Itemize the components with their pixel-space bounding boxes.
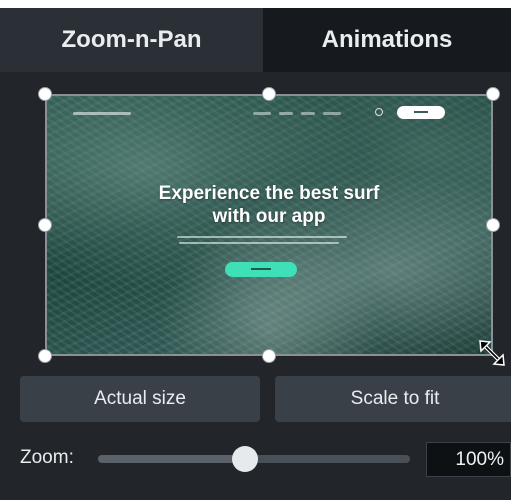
actual-size-button[interactable]: Actual size — [20, 376, 260, 422]
tab-animations[interactable]: Animations — [263, 8, 511, 72]
selection-handle-icon[interactable] — [262, 349, 276, 363]
preview-logo — [73, 112, 131, 115]
zoom-slider-fill — [98, 455, 245, 463]
tab-zoom-n-pan[interactable]: Zoom-n-Pan — [0, 8, 263, 72]
preview-nav-link — [323, 112, 341, 115]
zoom-value-input[interactable]: 100% — [426, 442, 511, 477]
canvas-area: Experience the best surf with our app — [0, 72, 511, 372]
selection-handle-icon[interactable] — [486, 87, 500, 101]
preview-nav-link — [279, 112, 293, 115]
top-strip — [0, 0, 511, 8]
preview-nav-button — [397, 106, 445, 119]
zoom-slider-thumb[interactable] — [231, 446, 258, 472]
preview-nav-link — [253, 112, 271, 115]
media-preview[interactable]: Experience the best surf with our app — [45, 94, 493, 356]
tab-bar: Zoom-n-Pan Animations — [0, 8, 511, 72]
selection-handle-icon[interactable] — [38, 87, 52, 101]
hero-title-line-1: Experience the best surf — [158, 183, 380, 204]
diagonal-resize-icon[interactable] — [477, 338, 507, 368]
scale-to-fit-button[interactable]: Scale to fit — [275, 376, 511, 422]
selection-handle-icon[interactable] — [38, 218, 52, 232]
zoom-label: Zoom: — [20, 447, 74, 468]
preview-body-text-line — [179, 242, 339, 244]
preview-hero-title: Experience the best surf with our app — [47, 182, 491, 228]
hero-title-line-2: with our app — [212, 206, 326, 227]
selection-handle-icon[interactable] — [486, 218, 500, 232]
preview-cta-button — [225, 262, 297, 277]
preview-body-text-line — [177, 236, 347, 238]
preview-navbar — [47, 106, 491, 122]
search-icon — [375, 108, 383, 116]
selection-handle-icon[interactable] — [38, 349, 52, 363]
selection-handle-icon[interactable] — [262, 87, 276, 101]
preview-nav-link — [301, 112, 315, 115]
